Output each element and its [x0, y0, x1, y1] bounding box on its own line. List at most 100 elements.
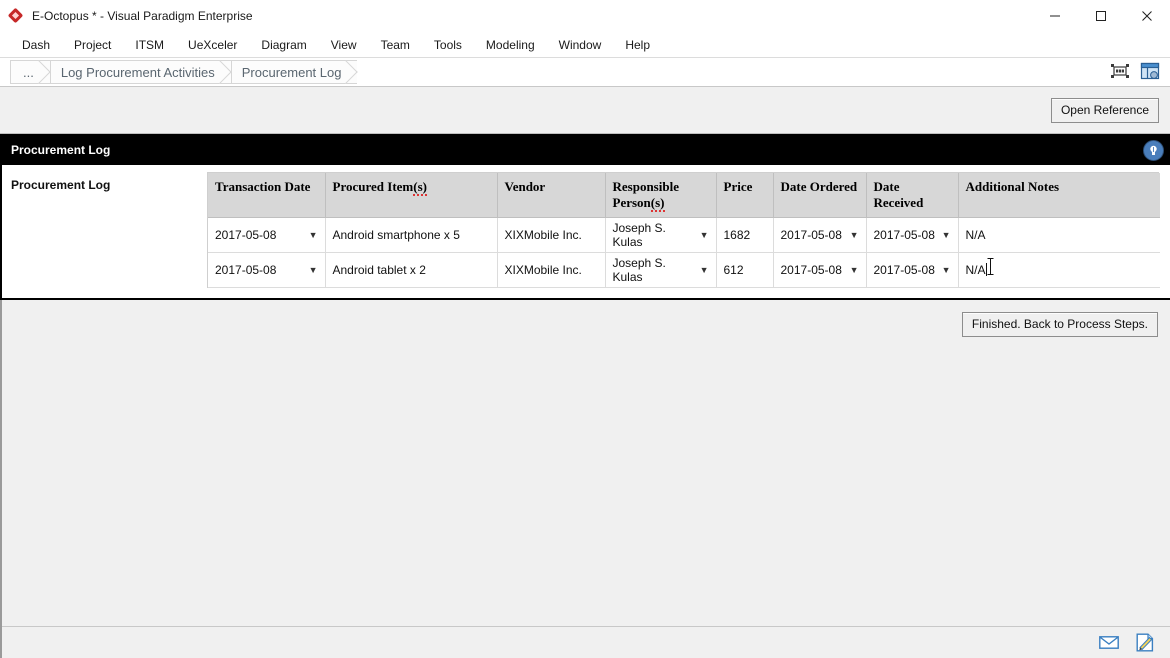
- section-header: Procurement Log: [0, 134, 1170, 165]
- menu-bar: Dash Project ITSM UeXceler Diagram View …: [0, 32, 1170, 57]
- window-controls: [1032, 0, 1170, 31]
- finished-back-to-process-steps-button[interactable]: Finished. Back to Process Steps.: [961, 312, 1158, 337]
- cell-value: Joseph S. Kulas: [612, 221, 666, 249]
- status-bar: [2, 626, 1170, 658]
- column-header-date-ordered[interactable]: Date Ordered: [773, 173, 867, 218]
- breadcrumb-bar: ... Log Procurement Activities Procureme…: [0, 57, 1170, 87]
- panel-layout-button[interactable]: [1138, 60, 1162, 82]
- chevron-down-icon[interactable]: ▼: [942, 265, 951, 275]
- cell-price[interactable]: 1682: [716, 217, 774, 253]
- cell-value: 2017-05-08: [780, 228, 842, 242]
- column-header-procured-items[interactable]: Procured Item(s): [325, 173, 498, 218]
- cell-value: 2017-05-08: [873, 228, 935, 242]
- cell-additional-notes-editing[interactable]: N/A: [958, 252, 1160, 288]
- app-logo-icon: [7, 7, 24, 24]
- cell-value: 2017-05-08: [215, 263, 277, 277]
- cell-vendor[interactable]: XIXMobile Inc.: [497, 217, 606, 253]
- content-area: Finished. Back to Process Steps.: [0, 300, 1170, 658]
- cell-date-ordered[interactable]: 2017-05-08 ▼: [773, 252, 867, 288]
- chevron-down-icon[interactable]: ▼: [309, 265, 318, 275]
- breadcrumb-item-label: Procurement Log: [241, 64, 342, 80]
- breadcrumb-item-log-procurement-activities[interactable]: Log Procurement Activities: [49, 60, 231, 84]
- fit-to-screen-button[interactable]: [1108, 60, 1132, 82]
- cell-value: 2017-05-08: [873, 263, 935, 277]
- section-title: Procurement Log: [11, 142, 111, 157]
- menu-item-view[interactable]: View: [319, 34, 369, 56]
- breadcrumb-separator-icon: [38, 60, 62, 84]
- menu-item-team[interactable]: Team: [369, 34, 422, 56]
- form-panel: Procurement Log Transaction Date Procure…: [0, 165, 1170, 300]
- cell-transaction-date[interactable]: 2017-05-08 ▼: [208, 217, 326, 253]
- column-header-date-received[interactable]: Date Received: [866, 173, 959, 218]
- menu-item-dash[interactable]: Dash: [10, 34, 62, 56]
- menu-item-help[interactable]: Help: [613, 34, 662, 56]
- document-edit-icon: [1136, 633, 1154, 652]
- panel-layout-icon: [1140, 62, 1160, 80]
- cell-vendor[interactable]: XIXMobile Inc.: [497, 252, 606, 288]
- application-window: E-Octopus * - Visual Paradigm Enterprise…: [0, 0, 1170, 658]
- breadcrumb-item-label: Log Procurement Activities: [60, 64, 215, 80]
- breadcrumb-separator-icon: [219, 60, 243, 84]
- menu-item-project[interactable]: Project: [62, 34, 123, 56]
- breadcrumb: ... Log Procurement Activities Procureme…: [10, 60, 371, 84]
- table-header-row: Transaction Date Procured Item(s) Vendor…: [208, 173, 1160, 218]
- column-header-transaction-date[interactable]: Transaction Date: [208, 173, 326, 218]
- mail-button[interactable]: [1098, 633, 1120, 653]
- cell-value: N/A: [965, 263, 986, 277]
- column-header-price[interactable]: Price: [716, 173, 774, 218]
- column-header-text-line1: Responsible: [612, 179, 679, 194]
- chevron-down-icon[interactable]: ▼: [942, 230, 951, 240]
- cell-value: 2017-05-08: [780, 263, 842, 277]
- close-button[interactable]: [1124, 0, 1170, 31]
- cell-procured-items[interactable]: Android smartphone x 5: [325, 217, 498, 253]
- breadcrumb-item-root[interactable]: ...: [10, 60, 50, 84]
- menu-item-tools[interactable]: Tools: [422, 34, 474, 56]
- column-header-responsible-persons[interactable]: Responsible Person(s): [605, 173, 717, 218]
- cell-date-ordered[interactable]: 2017-05-08 ▼: [773, 217, 867, 253]
- cell-date-received[interactable]: 2017-05-08 ▼: [866, 217, 959, 253]
- minimize-icon: [1050, 15, 1060, 16]
- cell-value: 2017-05-08: [215, 228, 277, 242]
- cell-price[interactable]: 612: [716, 252, 774, 288]
- chevron-down-icon[interactable]: ▼: [700, 230, 709, 240]
- column-header-vendor[interactable]: Vendor: [497, 173, 606, 218]
- table-row[interactable]: 2017-05-08 ▼ Android tablet x 2 XIXMobil…: [208, 252, 1160, 288]
- help-button[interactable]: [1143, 140, 1164, 161]
- close-icon: [1142, 10, 1152, 21]
- column-header-text: Procured Item(s): [332, 179, 427, 196]
- cell-procured-items[interactable]: Android tablet x 2: [325, 252, 498, 288]
- minimize-button[interactable]: [1032, 0, 1078, 31]
- chevron-down-icon[interactable]: ▼: [850, 265, 859, 275]
- menu-item-modeling[interactable]: Modeling: [474, 34, 547, 56]
- document-edit-button[interactable]: [1134, 633, 1156, 653]
- finish-button-container: Finished. Back to Process Steps.: [961, 312, 1158, 337]
- cell-date-received[interactable]: 2017-05-08 ▼: [866, 252, 959, 288]
- chevron-down-icon[interactable]: ▼: [309, 230, 318, 240]
- chevron-down-icon[interactable]: ▼: [850, 230, 859, 240]
- procurement-log-table-wrapper: Transaction Date Procured Item(s) Vendor…: [207, 172, 1160, 288]
- procurement-log-field-label: Procurement Log: [11, 178, 111, 192]
- window-title: E-Octopus * - Visual Paradigm Enterprise: [32, 8, 253, 23]
- chevron-down-icon[interactable]: ▼: [700, 265, 709, 275]
- cell-additional-notes[interactable]: N/A: [958, 217, 1160, 253]
- lightbulb-help-icon: [1150, 145, 1157, 155]
- maximize-icon: [1096, 10, 1106, 21]
- menu-item-itsm[interactable]: ITSM: [123, 34, 176, 56]
- mail-envelope-icon: [1099, 636, 1119, 649]
- column-header-additional-notes[interactable]: Additional Notes: [958, 173, 1160, 218]
- table-row[interactable]: 2017-05-08 ▼ Android smartphone x 5 XIXM…: [208, 217, 1160, 253]
- menu-item-window[interactable]: Window: [547, 34, 614, 56]
- breadcrumb-toolbar: [1108, 60, 1162, 82]
- mouse-ibeam-cursor-icon: [987, 258, 993, 275]
- breadcrumb-item-procurement-log[interactable]: Procurement Log: [230, 60, 358, 84]
- maximize-button[interactable]: [1078, 0, 1124, 31]
- column-header-text-line2: Person(s): [612, 195, 665, 212]
- cell-responsible-person[interactable]: Joseph S. Kulas ▼: [605, 252, 717, 288]
- menu-item-diagram[interactable]: Diagram: [249, 34, 318, 56]
- menu-item-uexceler[interactable]: UeXceler: [176, 34, 249, 56]
- procurement-log-table: Transaction Date Procured Item(s) Vendor…: [208, 173, 1160, 288]
- cell-responsible-person[interactable]: Joseph S. Kulas ▼: [605, 217, 717, 253]
- cell-transaction-date[interactable]: 2017-05-08 ▼: [208, 252, 326, 288]
- open-reference-button[interactable]: Open Reference: [1050, 97, 1159, 123]
- breadcrumb-separator-icon: [345, 60, 369, 84]
